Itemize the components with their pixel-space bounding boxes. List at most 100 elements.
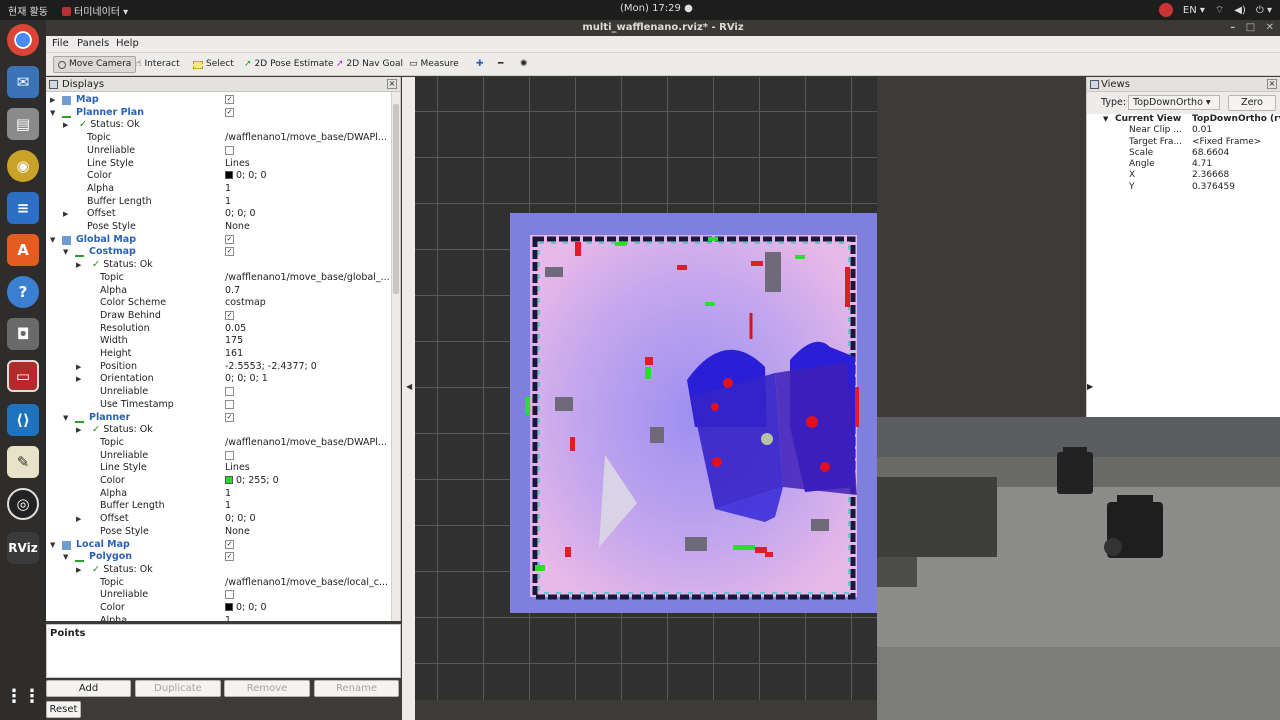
display-row[interactable]: Height 161 [46,348,392,361]
checkbox[interactable]: ✓ [225,247,234,257]
display-row[interactable]: Topic/wafflenano1/move_base/DWAPl... [46,437,392,450]
rviz-icon[interactable]: RViz [7,532,39,564]
display-row-value[interactable]: 0; 0; 0; 1 [225,373,268,386]
view-property-row[interactable]: Scale 68.6604 [1087,148,1280,159]
display-row[interactable]: Resolution 0.05 [46,323,392,336]
vscode-icon[interactable]: ⟨⟩ [7,404,39,436]
display-row[interactable]: Unreliable [46,589,392,602]
display-row-value[interactable]: ✓ [225,246,234,259]
render-view[interactable] [415,77,877,700]
current-view-row[interactable]: ▼ Current View TopDownOrtho (rv [1087,114,1280,125]
add-tool-button[interactable]: ✚ [472,56,488,73]
view-property-value[interactable]: 0.01 [1192,125,1280,136]
display-row-value[interactable] [225,386,234,399]
display-row[interactable]: ▼ Costmap ✓ [46,246,392,259]
view-property-value[interactable]: 4.71 [1192,159,1280,170]
display-row[interactable]: ▶ ✓ Status: Ok [46,424,392,437]
nav-goal-tool[interactable]: ➚ 2D Nav Goal [332,56,407,73]
collapse-icon[interactable]: ▼ [50,234,55,247]
add-button[interactable]: Add [46,680,131,697]
display-row-value[interactable]: ✓ [225,412,234,425]
checkbox[interactable]: ✓ [225,539,234,549]
display-row-value[interactable]: ✓ [225,551,234,564]
display-row[interactable]: Buffer Length 1 [46,196,392,209]
minimize-icon[interactable]: – [1230,22,1235,33]
display-row-value[interactable]: Lines [225,158,250,171]
display-row[interactable]: Width 175 [46,335,392,348]
view-property-value[interactable]: 68.6604 [1192,148,1280,159]
display-row-value[interactable]: 1 [225,183,231,196]
display-row-value[interactable]: /wafflenano1/move_base/DWAPl... [225,132,387,145]
view-property-row[interactable]: Near Clip ... 0.01 [1087,125,1280,136]
expand-icon[interactable]: ▶ [76,361,81,374]
display-row-value[interactable]: Lines [225,462,250,475]
checkbox[interactable]: ✓ [225,552,234,562]
display-row-value[interactable]: 1 [225,488,231,501]
display-row[interactable]: ▼ Global Map ✓ [46,234,392,247]
close-panel-icon[interactable]: × [387,79,397,89]
display-row-value[interactable]: 0.7 [225,285,240,298]
display-row[interactable]: Color 0; 0; 0 [46,602,392,615]
display-row-value[interactable]: None [225,526,250,539]
display-row[interactable]: ▶ Map ✓ [46,94,392,107]
chrome-icon[interactable] [7,24,39,56]
view-type-select[interactable]: TopDownOrtho ▾ [1128,95,1220,110]
checkbox[interactable]: ✓ [225,95,234,104]
display-row[interactable]: ▼ Local Map ✓ [46,539,392,552]
network-icon[interactable]: ⌔ [1215,4,1224,17]
display-row-value[interactable]: 175 [225,335,243,348]
clock[interactable]: (Mon) 17:29 ● [620,3,693,14]
app-menu[interactable]: 터미네이터 ▾ [62,3,128,18]
expand-icon[interactable]: ▶ [76,564,81,577]
display-row-value[interactable]: 0; 255; 0 [225,475,279,488]
view-property-row[interactable]: Target Fra... <Fixed Frame> [1087,137,1280,148]
expand-icon[interactable]: ▶ [50,94,55,107]
checkbox[interactable]: ✓ [225,234,234,244]
power-icon[interactable]: ⏻ ▾ [1256,5,1272,16]
display-row[interactable]: Topic/wafflenano1/move_base/global_... [46,272,392,285]
files-icon[interactable]: ▤ [7,108,39,140]
display-row[interactable]: ▶ Position -2.5553; -2.4377; 0 [46,361,392,374]
expand-icon[interactable]: ▶ [76,373,81,386]
expand-icon[interactable]: ▼ [1103,114,1108,125]
rhythmbox-icon[interactable]: ◉ [7,150,39,182]
display-row[interactable]: Alpha 1 [46,488,392,501]
menu-help[interactable]: Help [116,38,139,49]
display-row[interactable]: ▼ Polygon ✓ [46,551,392,564]
display-row-value[interactable] [225,145,234,158]
expand-icon[interactable]: ▶ [63,119,68,132]
display-row[interactable]: Buffer Length 1 [46,500,392,513]
zero-button[interactable]: Zero [1228,95,1276,111]
display-row[interactable]: Line Style Lines [46,158,392,171]
volume-icon[interactable]: ◀) [1234,5,1246,16]
display-row-value[interactable]: /wafflenano1/move_base/local_c... [225,577,388,590]
display-row[interactable]: Alpha 1 [46,183,392,196]
display-row[interactable]: Pose Style None [46,221,392,234]
display-row-value[interactable]: 0; 0; 0 [225,208,256,221]
display-row[interactable]: ▶ ✓ Status: Ok [46,259,392,272]
display-row-value[interactable]: /wafflenano1/move_base/global_... [225,272,390,285]
obs-icon[interactable]: ◎ [7,488,39,520]
display-row[interactable]: Unreliable [46,145,392,158]
display-row[interactable]: Color 0; 255; 0 [46,475,392,488]
ubuntu-status-icon[interactable] [1158,3,1173,17]
pose-estimate-tool[interactable]: ➚ 2D Pose Estimate [240,56,338,73]
tool-properties-button[interactable]: ✺ [516,56,532,73]
display-row-value[interactable]: 1 [225,500,231,513]
collapse-icon[interactable]: ▼ [50,539,55,552]
language-indicator[interactable]: EN ▾ [1183,5,1205,16]
view-property-value[interactable]: <Fixed Frame> [1192,137,1280,148]
display-row-value[interactable]: 0.05 [225,323,246,336]
close-icon[interactable]: ✕ [1266,22,1274,33]
view-property-row[interactable]: Y 0.376459 [1087,182,1280,193]
display-row-value[interactable]: 161 [225,348,243,361]
display-row-value[interactable]: ✓ [225,107,234,120]
display-row-value[interactable]: 0; 0; 0 [225,170,267,183]
display-row[interactable]: Use Timestamp [46,399,392,412]
display-row-value[interactable]: costmap [225,297,266,310]
display-row[interactable]: ▶ Offset 0; 0; 0 [46,208,392,221]
terminator-launcher-icon[interactable]: ▭ [7,360,39,392]
expand-arrow-icon[interactable]: ▶ [1087,382,1093,391]
left-splitter[interactable]: ◀ [402,77,415,720]
collapse-icon[interactable]: ▼ [63,246,68,259]
